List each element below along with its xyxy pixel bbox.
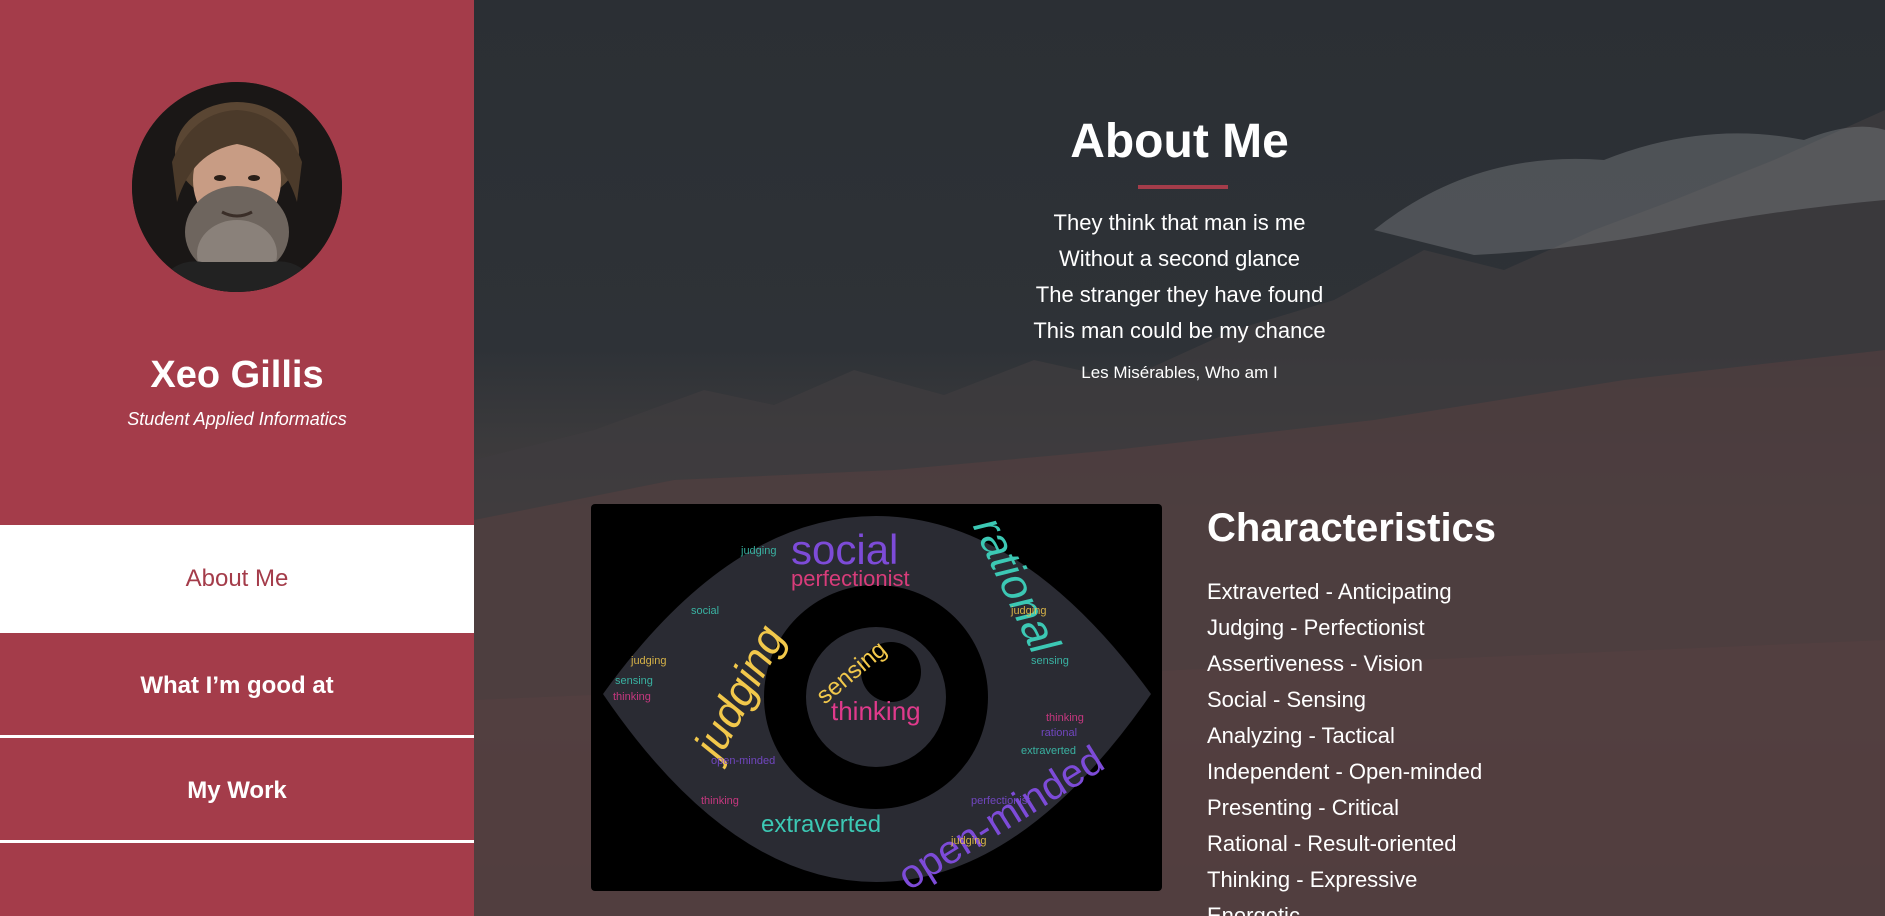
personality-word-cloud-image: social perfectionist rational judging th… [591,504,1162,891]
list-item: Assertiveness - Vision [1207,651,1424,676]
title-divider [1138,185,1228,189]
nav-item-about-me[interactable]: About Me [0,525,474,633]
svg-text:rational: rational [1041,727,1077,739]
nav-item-my-work[interactable]: My Work [0,738,474,843]
main-content: About Me They think that man is me Witho… [474,0,1885,916]
svg-text:thinking: thinking [701,795,739,807]
nav-item-what-im-good-at[interactable]: What I’m good at [0,633,474,738]
svg-text:perfectionist: perfectionist [971,795,1030,807]
list-item: Analyzing - Tactical [1207,723,1395,748]
word-cloud-word: extraverted [761,811,881,838]
list-item: Rational - Result-oriented [1207,831,1457,856]
list-item: Thinking - Expressive [1207,867,1418,892]
svg-text:thinking: thinking [613,691,651,703]
profile-name: Xeo Gillis [150,354,324,396]
sidebar-nav: About Me What I’m good at My Work [0,525,474,843]
profile-role: Student Applied Informatics [127,409,347,429]
word-cloud-word: thinking [831,696,921,726]
svg-text:sensing: sensing [615,675,653,687]
poem-line: The stranger they have found [1035,282,1324,307]
avatar [132,82,342,292]
svg-text:thinking: thinking [1046,712,1084,724]
poem-line: This man could be my chance [1033,318,1326,343]
list-item: Social - Sensing [1207,687,1366,712]
list-item: Judging - Perfectionist [1207,615,1425,640]
list-item: Energetic [1207,903,1300,916]
svg-text:judging: judging [630,655,666,667]
characteristics-list: Extraverted - Anticipating Judging - Per… [1207,574,1482,916]
about-title: About Me [1070,115,1289,168]
svg-text:judging: judging [950,835,986,847]
svg-text:open-minded: open-minded [711,755,775,767]
svg-text:sensing: sensing [1031,655,1069,667]
list-item: Independent - Open-minded [1207,759,1483,784]
list-item: Extraverted - Anticipating [1207,579,1452,604]
svg-text:judging: judging [1010,605,1046,617]
poem-quote: They think that man is me Without a seco… [474,205,1885,349]
svg-text:social: social [691,605,719,617]
svg-text:judging: judging [740,545,776,557]
svg-text:extraverted: extraverted [1021,745,1076,757]
poem-line: They think that man is me [1053,210,1306,235]
characteristics-title: Characteristics [1207,506,1497,550]
word-cloud-word: perfectionist [791,566,910,591]
poem-line: Without a second glance [1059,246,1300,271]
poem-source: Les Misérables, Who am I [1081,363,1278,382]
sidebar: Xeo Gillis Student Applied Informatics A… [0,0,474,916]
profile-photo [132,82,342,292]
list-item: Presenting - Critical [1207,795,1399,820]
